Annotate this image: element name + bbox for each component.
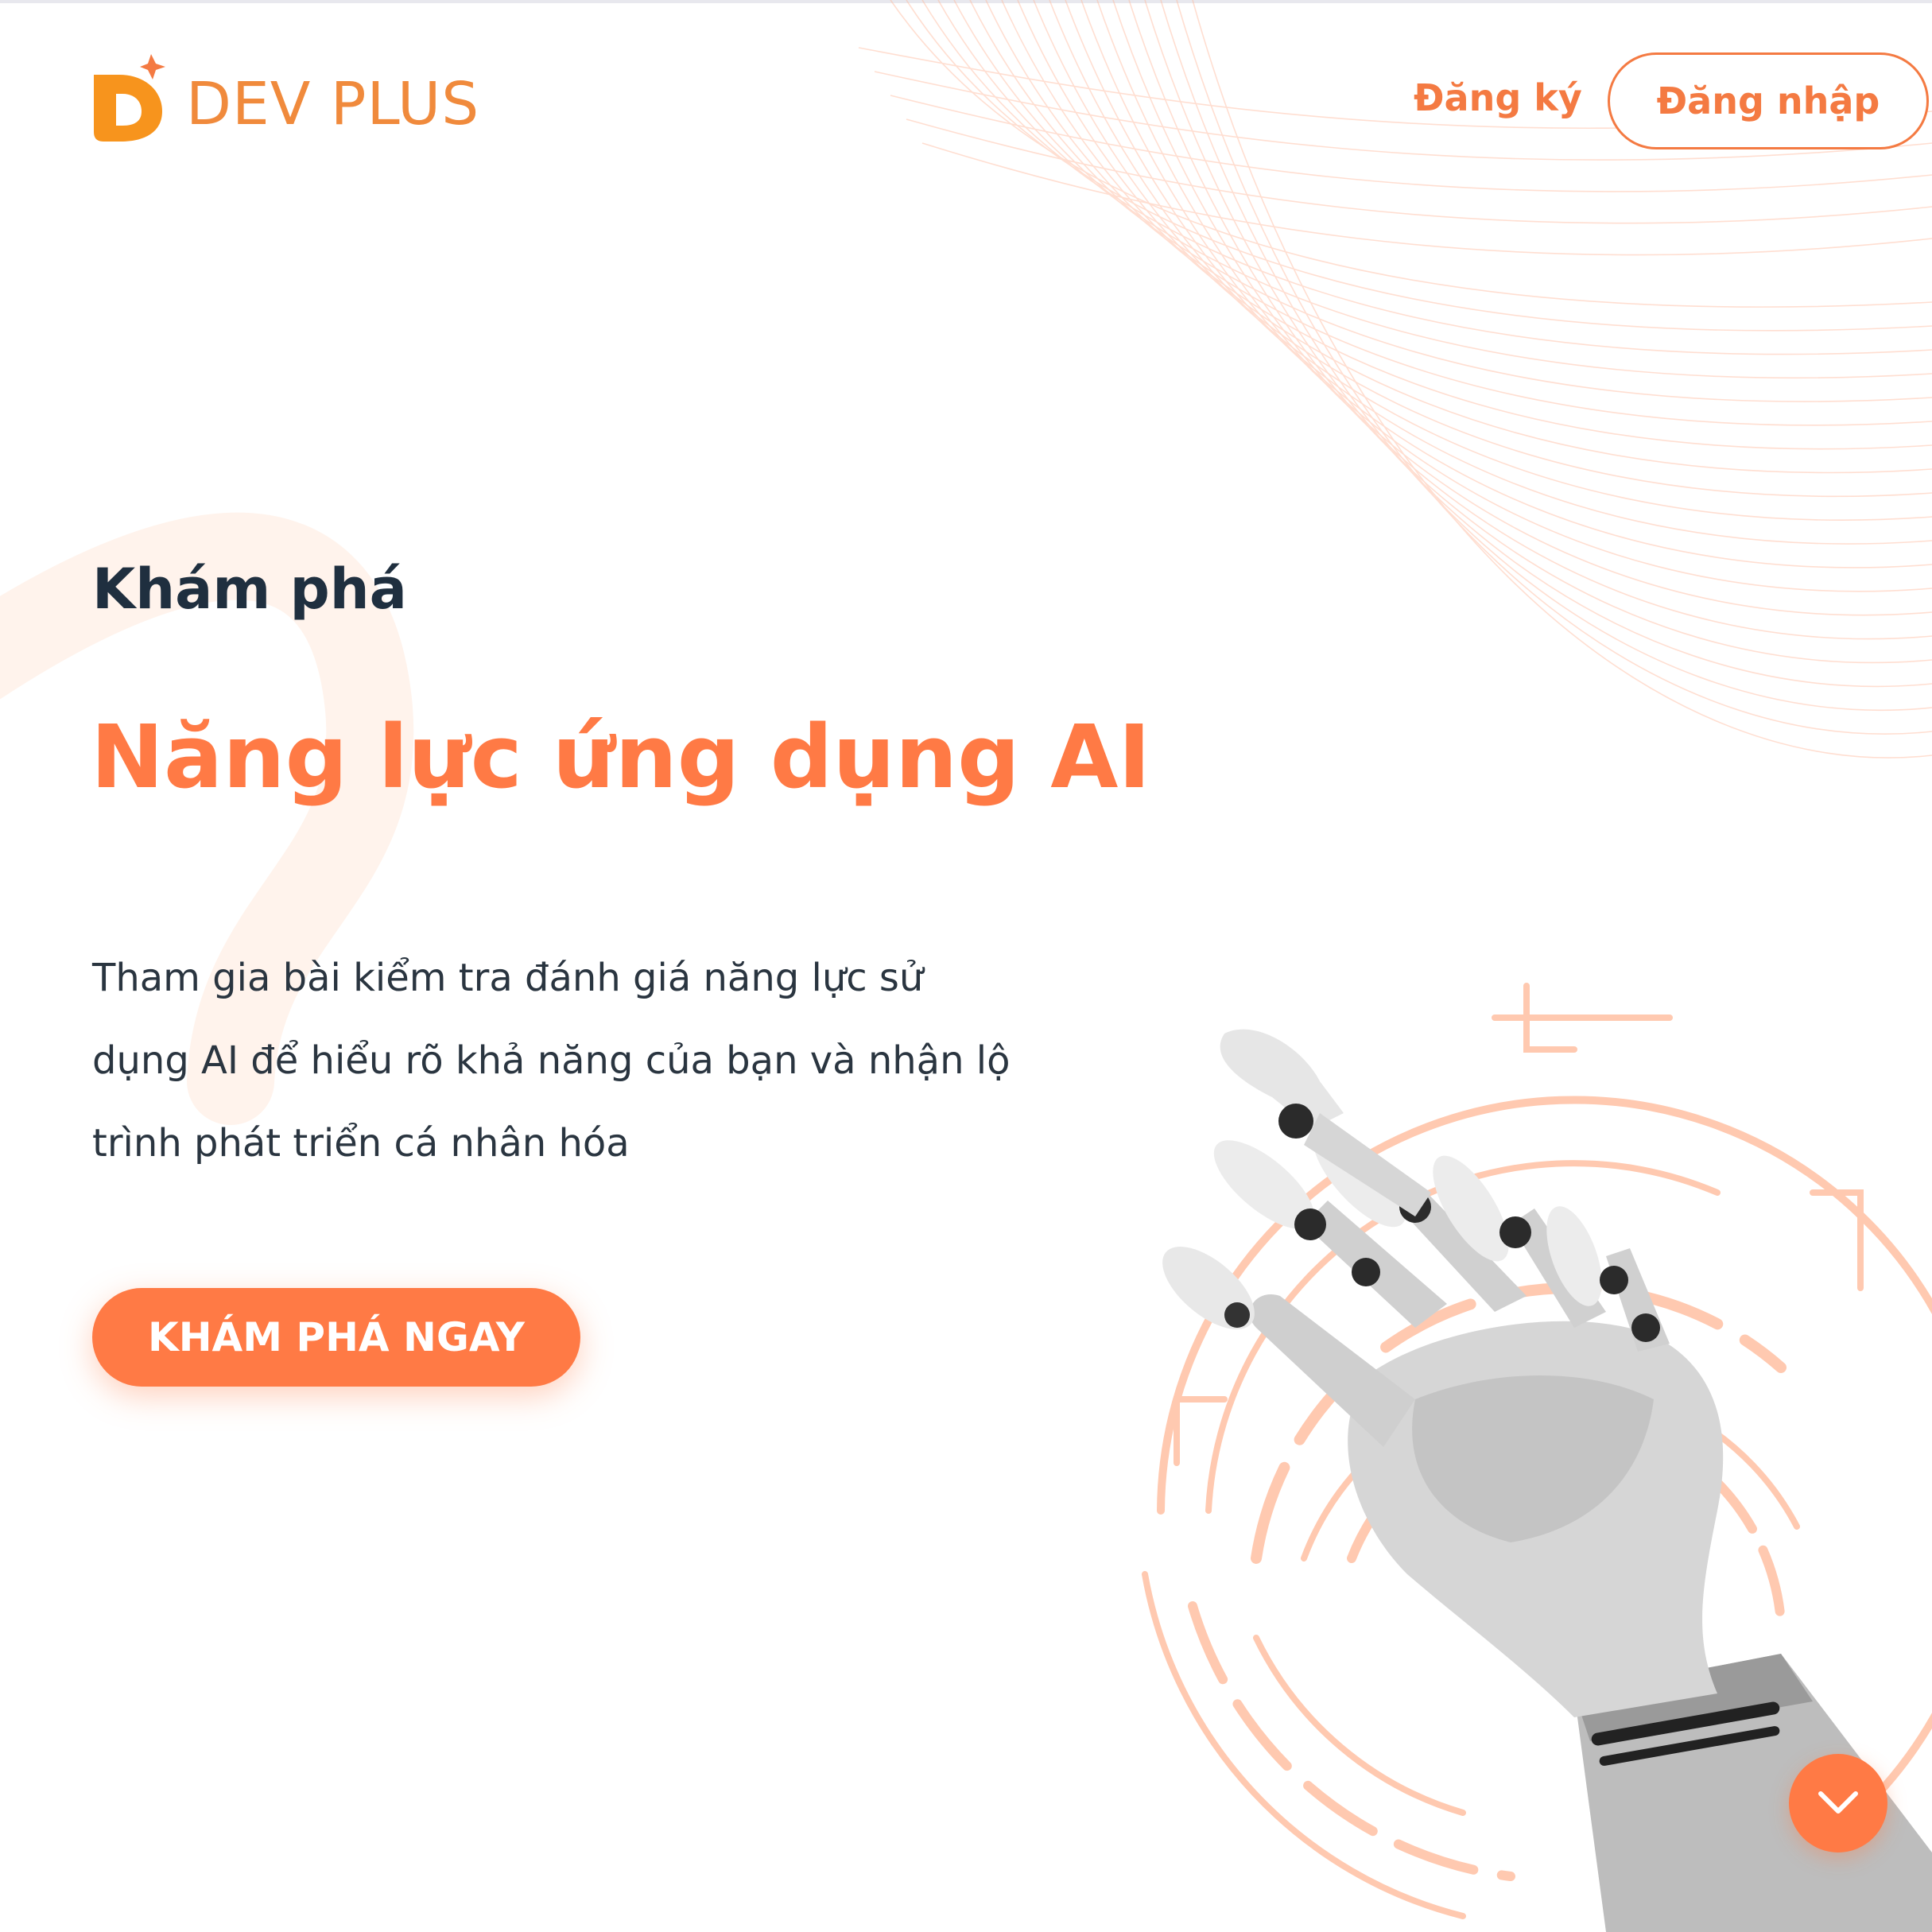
brand-logo[interactable]: DEV PLUS <box>89 54 479 143</box>
hero-title: Năng lực ứng dụng AI <box>91 706 1151 808</box>
login-button[interactable]: Đăng nhập <box>1608 52 1929 149</box>
site-header: DEV PLUS Đăng ký Đăng nhập <box>0 0 1932 207</box>
scroll-down-button[interactable] <box>1789 1754 1887 1852</box>
brand-name: DEV PLUS <box>186 70 480 138</box>
chevron-down-icon <box>1818 1791 1858 1814</box>
hero-description: Tham gia bài kiểm tra đánh giá năng lực … <box>92 956 1011 1166</box>
dev-plus-logo-icon <box>94 54 165 142</box>
hero-eyebrow: Khám phá <box>92 557 407 622</box>
signup-link[interactable]: Đăng ký <box>1414 76 1582 119</box>
explore-now-button[interactable]: KHÁM PHÁ NGAY <box>92 1288 580 1387</box>
